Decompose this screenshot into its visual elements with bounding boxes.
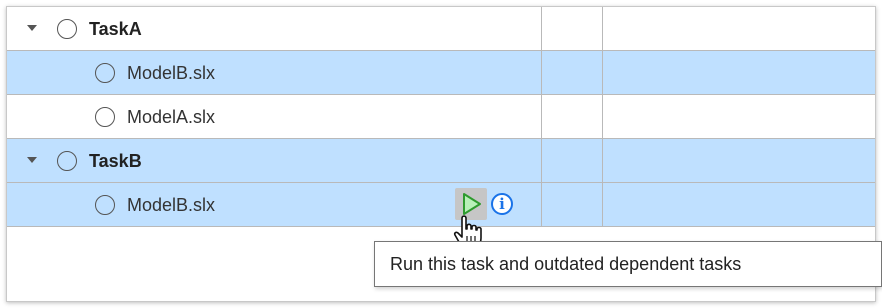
column-divider [541,7,542,227]
status-circle-icon [57,151,77,171]
window-frame: TaskA ModelB.slx ModelA.slx TaskB ModelB… [0,0,882,308]
status-circle-icon [95,63,115,83]
run-tooltip: Run this task and outdated dependent tas… [374,241,882,287]
tree-row-model-a[interactable]: ModelA.slx [7,95,875,139]
status-circle-icon [57,19,77,39]
tree-row-task-a[interactable]: TaskA [7,7,875,51]
task-label: TaskA [89,19,142,39]
model-label: ModelB.slx [127,63,216,83]
chevron-down-icon[interactable] [27,157,37,163]
model-label: ModelA.slx [127,107,216,127]
info-icon[interactable]: i [491,193,513,215]
status-circle-icon [95,107,115,127]
chevron-down-icon[interactable] [27,25,37,31]
model-label: ModelB.slx [127,195,216,215]
column-divider [602,7,603,227]
tree-row-task-b[interactable]: TaskB [7,139,875,183]
tree-row-model-b[interactable]: ModelB.slx [7,51,875,95]
status-circle-icon [95,195,115,215]
task-label: TaskB [89,151,142,171]
tree-row-model-b-2[interactable]: ModelB.slx i [7,183,875,227]
